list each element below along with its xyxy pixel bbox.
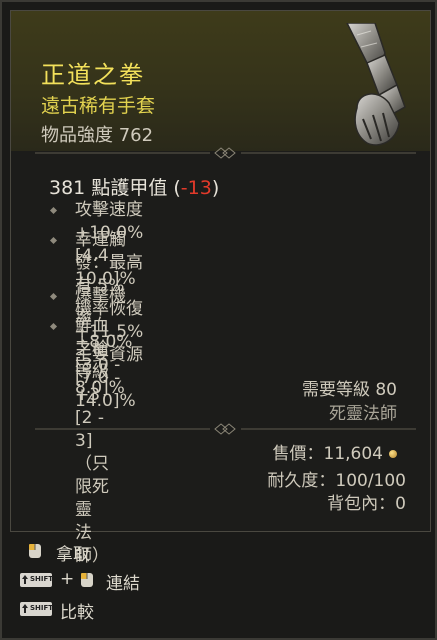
- armor-value: 381 點護甲值 (-13): [49, 173, 219, 200]
- diamond-bullet-icon: [49, 292, 58, 301]
- shift-key-label: SHIFT: [30, 575, 54, 583]
- mouse-left-click-icon: [29, 544, 41, 558]
- item-name: 正道之拳: [41, 61, 145, 89]
- divider-bottom: [35, 423, 416, 435]
- take-action[interactable]: 拿取: [20, 540, 220, 565]
- divider-top: [35, 147, 416, 159]
- stash-count: 背包內：0: [327, 494, 406, 514]
- tooltip-body: 正道之拳 遠古稀有手套 物品強度 762 381 點護甲值 (-13) 攻擊速度…: [10, 10, 431, 566]
- armor-number: 381: [49, 177, 86, 199]
- armor-paren-open: (: [173, 177, 181, 199]
- shift-key-icon: SHIFT: [20, 573, 54, 587]
- plus-sign: +: [60, 569, 75, 589]
- action-hints: 拿取 SHIFT + 連結 SHIFT 比較: [10, 534, 431, 634]
- shift-key-icon: SHIFT: [20, 602, 54, 616]
- diamond-bullet-icon: [49, 206, 58, 215]
- affix-text: 鮮血之槍等級 +3 [2 - 3]（只限死靈 法師）: [75, 316, 109, 566]
- mouse-left-click-icon: [81, 573, 93, 587]
- armor-paren-close: ): [211, 177, 220, 199]
- link-label: 連結: [106, 574, 140, 594]
- required-level: 需要等級 80: [301, 380, 397, 400]
- required-class: 死靈法師: [329, 404, 397, 424]
- item-power: 物品強度 762: [41, 125, 154, 146]
- link-action[interactable]: SHIFT + 連結: [20, 569, 240, 594]
- diamond-bullet-icon: [49, 322, 58, 331]
- gold-coin-icon: [389, 450, 397, 458]
- shift-key-label: SHIFT: [30, 604, 54, 612]
- durability: 耐久度：100/100: [267, 471, 406, 491]
- sell-price-text: 售價：11,604: [272, 444, 383, 464]
- sell-price: 售價：11,604: [273, 439, 397, 464]
- gauntlet-icon: [346, 23, 406, 146]
- item-tooltip: 正道之拳 遠古稀有手套 物品強度 762 381 點護甲值 (-13) 攻擊速度…: [0, 0, 437, 640]
- item-type: 遠古稀有手套: [41, 95, 156, 117]
- compare-label: 比較: [60, 603, 94, 623]
- armor-label: 點護甲值: [91, 177, 168, 199]
- diamond-bullet-icon: [49, 236, 58, 245]
- armor-delta: -13: [180, 177, 212, 199]
- take-label: 拿取: [56, 545, 90, 565]
- compare-action[interactable]: SHIFT 比較: [20, 598, 220, 623]
